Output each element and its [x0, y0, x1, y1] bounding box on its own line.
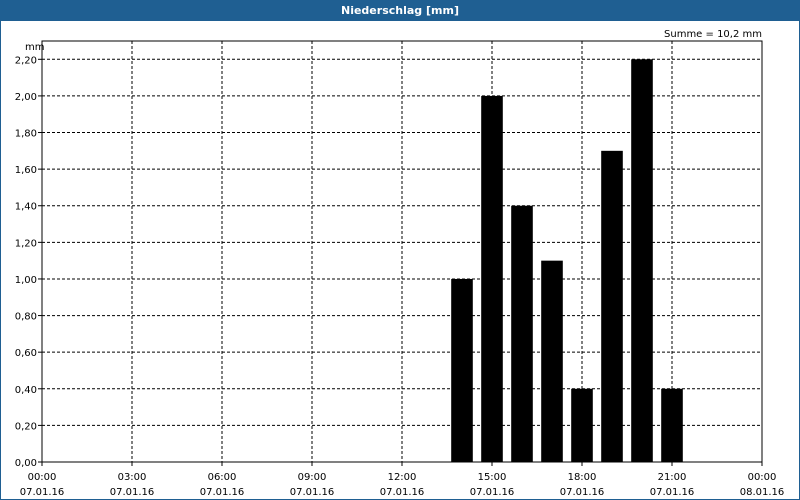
y-axis-unit: mm — [25, 42, 44, 53]
x-tick-time-label: 06:00 — [208, 472, 237, 483]
precipitation-bar — [541, 260, 563, 462]
x-tick-date-label: 07.01.16 — [290, 487, 335, 498]
x-tick-time-label: 15:00 — [478, 472, 507, 483]
x-axis: 00:00 07.01.16 03:00 07.01.16 06:00 07.01.16 0… — [20, 462, 785, 498]
x-tick-date-label: 07.01.16 — [470, 487, 515, 498]
precipitation-chart: 0,00 0,20 0,40 0,60 0,80 1,00 1,20 1,40 1,60 1,80… — [15, 29, 785, 498]
x-tick-time-label: 00:00 — [748, 472, 777, 483]
y-tick-label: 0,80 — [15, 312, 37, 323]
precipitation-bar — [451, 278, 473, 462]
y-tick-label: 1,80 — [15, 129, 37, 140]
y-tick-label: 0,60 — [15, 348, 37, 359]
x-tick-date-label: 07.01.16 — [20, 487, 65, 498]
precipitation-bar — [481, 95, 503, 463]
x-tick-date-label: 07.01.16 — [380, 487, 425, 498]
precipitation-bar — [631, 59, 653, 462]
y-tick-label: 1,40 — [15, 202, 37, 213]
precipitation-bar — [571, 388, 593, 462]
x-tick-time-label: 21:00 — [658, 472, 687, 483]
x-tick-time-label: 18:00 — [568, 472, 597, 483]
x-tick-time-label: 09:00 — [298, 472, 327, 483]
precipitation-bar — [601, 150, 623, 462]
y-tick-label: 0,20 — [15, 421, 37, 432]
x-tick-date-label: 07.01.16 — [560, 487, 605, 498]
y-tick-label: 1,20 — [15, 238, 37, 249]
x-tick-time-label: 12:00 — [388, 472, 417, 483]
x-tick-date-label: 08.01.16 — [740, 487, 785, 498]
x-tick-date-label: 07.01.16 — [650, 487, 695, 498]
y-tick-label: 2,20 — [15, 55, 37, 66]
y-axis: 0,00 0,20 0,40 0,60 0,80 1,00 1,20 1,40 1,60 1,80… — [15, 55, 42, 469]
x-tick-time-label: 00:00 — [28, 472, 57, 483]
sum-annotation: Summe = 10,2 mm — [664, 29, 762, 40]
x-tick-date-label: 07.01.16 — [200, 487, 245, 498]
y-tick-label: 1,60 — [15, 165, 37, 176]
x-tick-time-label: 03:00 — [118, 472, 147, 483]
precipitation-bar — [511, 205, 533, 462]
x-tick-date-label: 07.01.16 — [110, 487, 155, 498]
y-tick-label: 0,40 — [15, 385, 37, 396]
y-tick-label: 1,00 — [15, 275, 37, 286]
y-tick-label: 0,00 — [15, 458, 37, 469]
chart-window: Niederschlag [mm] 0,00 0,20 0,40 0,60 0,80 1,… — [0, 0, 800, 500]
y-tick-label: 2,00 — [15, 92, 37, 103]
precipitation-bar — [661, 388, 683, 462]
